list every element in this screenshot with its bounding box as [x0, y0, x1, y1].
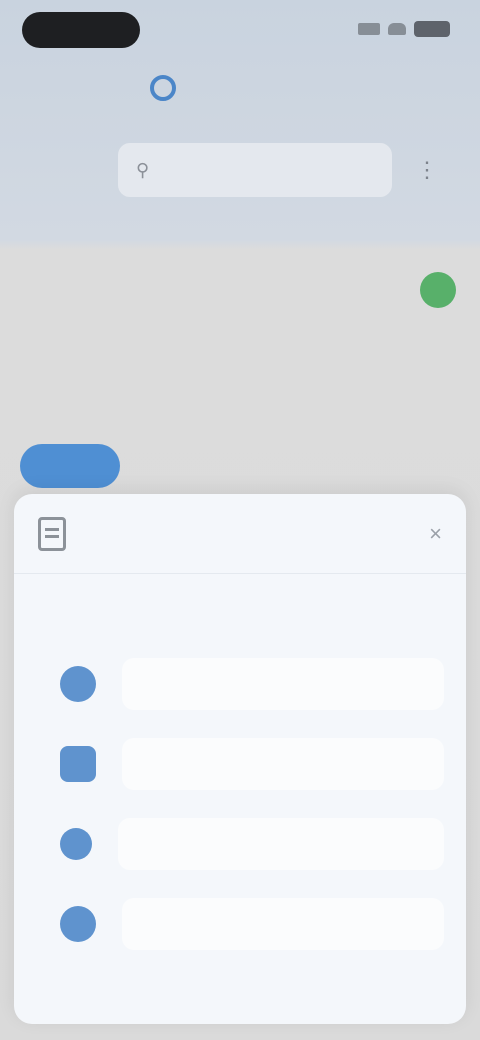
share-option[interactable]: [54, 644, 444, 724]
primary-button[interactable]: [20, 444, 120, 488]
share-option[interactable]: [54, 884, 444, 964]
nav-row: ⚲ ⋮: [18, 140, 462, 200]
share-sheet: ×: [14, 494, 466, 1024]
share-option-label: [122, 738, 444, 790]
battery-icon: [414, 21, 450, 37]
hamburger-icon[interactable]: ⋮: [392, 157, 462, 183]
status-bar: [0, 0, 480, 60]
action-row: [0, 260, 480, 320]
search-box[interactable]: ⚲: [118, 143, 392, 197]
status-time: [22, 12, 140, 48]
close-icon[interactable]: ×: [429, 521, 442, 547]
share-options-list: [54, 644, 444, 964]
logo-icon: [150, 75, 176, 101]
share-option-label: [122, 658, 444, 710]
status-icons: [350, 20, 450, 38]
mail-icon: [60, 746, 96, 782]
signal-icon: [358, 23, 380, 35]
site-logo[interactable]: [150, 70, 330, 106]
share-option-label: [122, 898, 444, 950]
share-option[interactable]: [54, 804, 444, 884]
more-icon: [60, 906, 96, 942]
messages-icon: [60, 828, 92, 860]
share-icon: [60, 666, 96, 702]
status-indicator-icon[interactable]: [420, 272, 456, 308]
share-option-label: [118, 818, 444, 870]
share-option[interactable]: [54, 724, 444, 804]
sheet-header: ×: [14, 494, 466, 574]
search-input[interactable]: [159, 161, 374, 179]
wifi-icon: [388, 23, 406, 35]
search-icon: ⚲: [136, 159, 150, 180]
document-icon: [38, 516, 66, 551]
